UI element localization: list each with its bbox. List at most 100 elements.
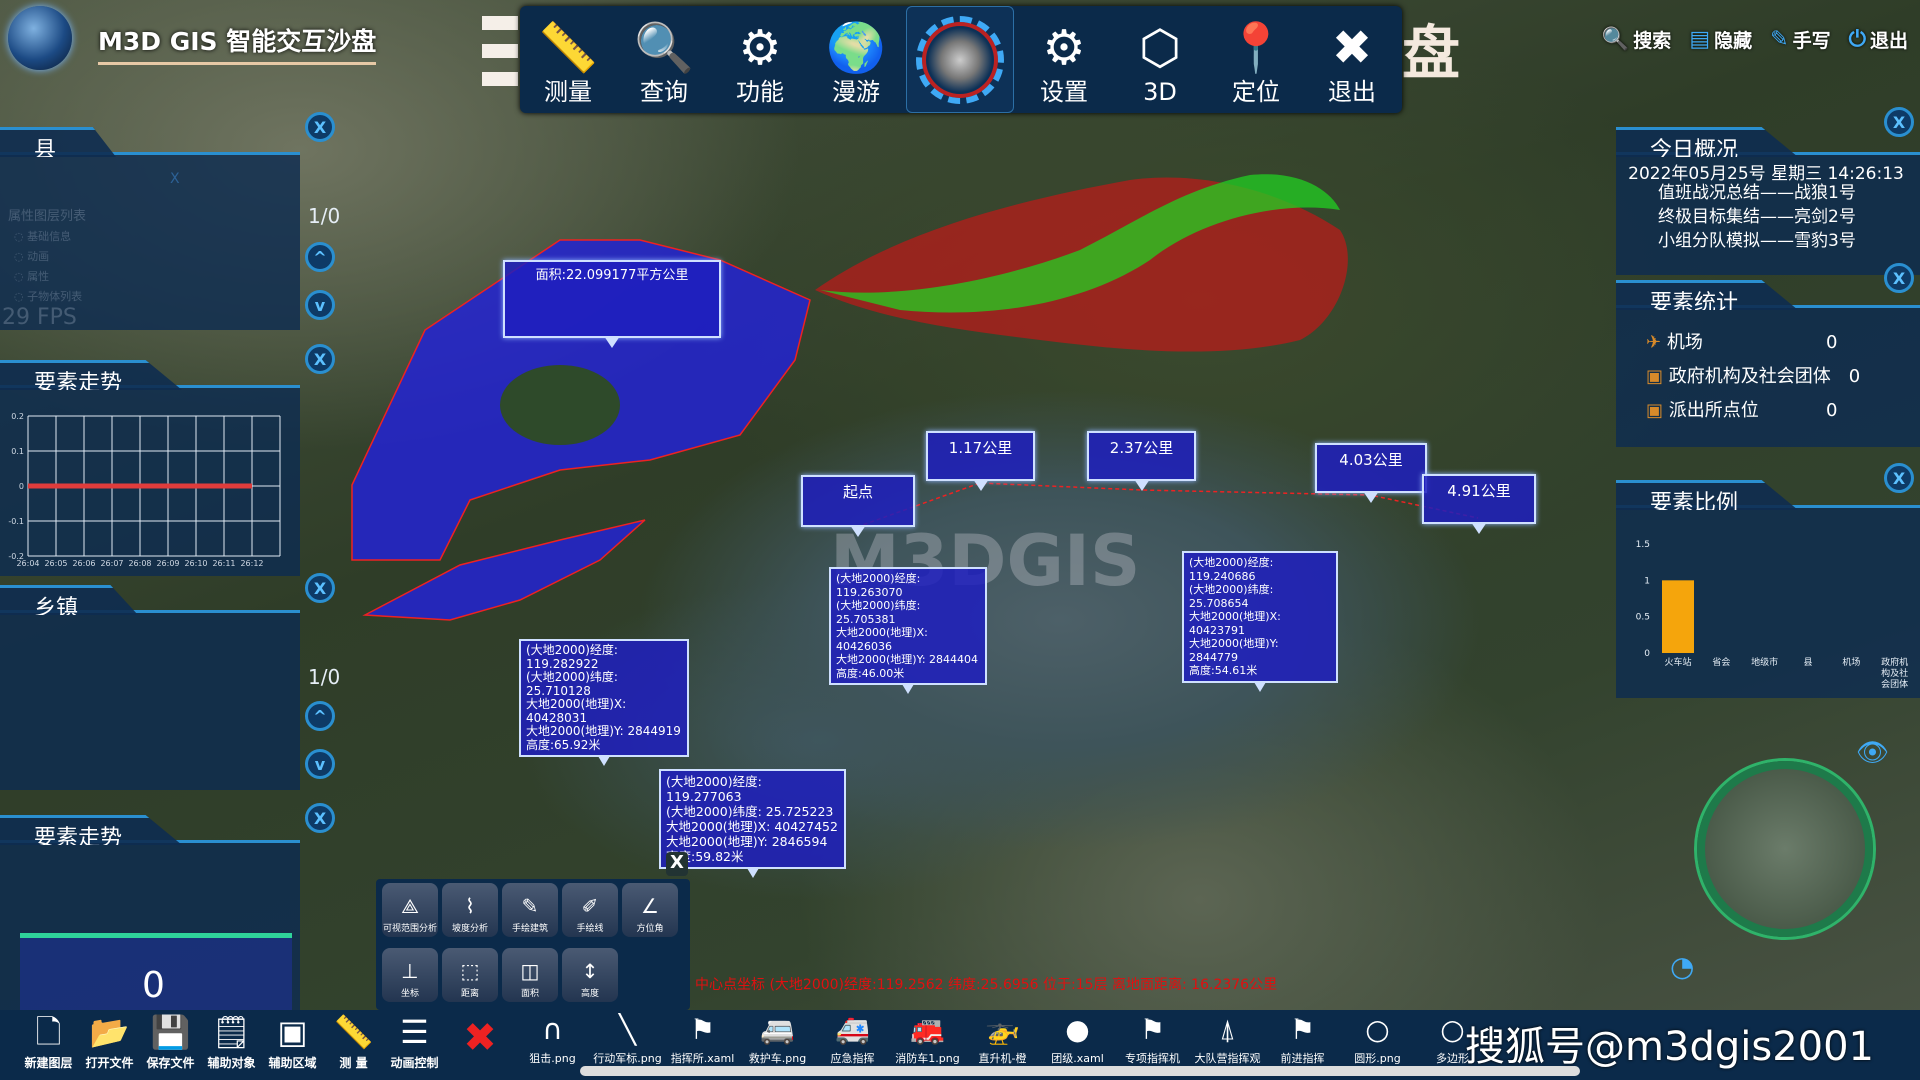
y-tick-label: -0.1	[8, 517, 24, 526]
symbol-8[interactable]: ⚑ 专项指挥机	[1115, 1010, 1190, 1066]
compass-icon[interactable]: ◔	[1670, 950, 1694, 983]
toolbar-roam-button[interactable]: 🌍 漫游	[808, 6, 904, 113]
coord-info-box: (大地2000)经度: 119.240686 (大地2000)纬度: 25.708…	[1182, 551, 1338, 691]
y-tick-label: 0.5	[1636, 613, 1650, 623]
eye-icon[interactable]: 👁	[1856, 738, 1889, 768]
toolbar-3d-button[interactable]: ⬡ 3D	[1112, 6, 1208, 113]
toolbar-locate-button[interactable]: 📍 定位	[1208, 6, 1304, 113]
layer-list-item[interactable]: ◌ 子物体列表	[14, 287, 82, 307]
status-readout: 中心点坐标 (大地2000)经度:119.2562 纬度:25.6956 位于:…	[695, 977, 1278, 993]
layer-list-item[interactable]: ◌ 动画	[14, 247, 82, 267]
symbol-4[interactable]: 🚑 应急指挥	[815, 1010, 890, 1066]
tool-distance[interactable]: ⬚ 距离	[442, 947, 498, 1002]
trend-value: 0	[142, 965, 165, 1006]
island	[500, 365, 620, 445]
ratio-close-button[interactable]: X	[1884, 463, 1914, 493]
inner-close-icon[interactable]: X	[170, 171, 180, 187]
symbol-7[interactable]: ● 团级.xaml	[1040, 1010, 1115, 1066]
axes-icon: ⊥	[401, 958, 419, 983]
layer-list-item[interactable]: ◌ 基础信息	[14, 227, 82, 247]
x-tick-label: 26:11	[212, 559, 235, 568]
county-panel: 县 X 属性图层列表 ◌ 基础信息 ◌ 动画 ◌ 属性 ◌ 子物体列表 29 F…	[0, 127, 300, 330]
county-page-up-button[interactable]: ^	[305, 242, 335, 272]
symbol-2[interactable]: ⚑ 指挥所.xaml	[665, 1010, 740, 1066]
trend-line-chart: 0.20.10-0.1-0.226:04 26:05 26:06 26:07 26:08…	[8, 412, 281, 568]
symbol-10[interactable]: ⚑ 前进指挥	[1265, 1010, 1340, 1066]
bottom-tool-icon: 💾	[150, 1013, 191, 1051]
gear-wrench-icon: ⚙	[738, 20, 782, 76]
toolbar-function-button[interactable]: ⚙ 功能	[712, 6, 808, 113]
symbol-9[interactable]: ⍋ 大队营指挥观	[1190, 1010, 1265, 1066]
town-close-button[interactable]: X	[305, 573, 335, 603]
symbol-icon: 🚒	[910, 1013, 945, 1046]
x-tick-label: 26:07	[100, 559, 123, 568]
town-pager: 1/0	[308, 665, 341, 689]
trend2-close-button[interactable]: X	[305, 803, 335, 833]
symbol-1[interactable]: ╲ 行动军标.png	[590, 1010, 665, 1066]
symbol-5[interactable]: 🚒 消防车1.png	[890, 1010, 965, 1066]
toolbar-home-globe-button[interactable]	[906, 6, 1014, 113]
symbol-icon: ⍋	[1219, 1013, 1236, 1046]
distance-label: 2.37公里	[1087, 431, 1196, 491]
trend-close-button[interactable]: X	[305, 344, 335, 374]
tool-coordinate[interactable]: ⊥ 坐标	[382, 947, 438, 1002]
delete-button[interactable]: ✖	[445, 1010, 515, 1066]
globe-icon	[916, 15, 1004, 104]
tool-draw-line[interactable]: ✐ 手绘线	[562, 883, 618, 937]
bottom-tool-0[interactable]: 🗋 新建图层	[18, 1010, 79, 1071]
tool-draw-building[interactable]: ✎ 手绘建筑	[502, 883, 558, 937]
tool-area[interactable]: ◫ 面积	[502, 947, 558, 1002]
tool-height[interactable]: ↕ 高度	[562, 947, 618, 1002]
county-page-down-button[interactable]: v	[305, 290, 335, 320]
symbol-icon: ○	[1365, 1013, 1390, 1046]
bar	[1662, 580, 1694, 653]
bottom-tool-icon: 📏	[333, 1013, 374, 1051]
stats-panel: 要素统计 ✈ 机场 0 ▣ 政府机构及社会团体 0 ▣ 派出所点位 0	[1616, 280, 1920, 447]
layer-list-item[interactable]: ◌ 属性	[14, 267, 82, 287]
bottom-tool-2[interactable]: 💾 保存文件	[140, 1010, 201, 1071]
y-tick-label: 0	[19, 482, 24, 491]
bottom-tool-1[interactable]: 📂 打开文件	[79, 1010, 140, 1071]
distance-label: 起点	[801, 475, 915, 537]
symbol-0[interactable]: ∩ 狙击.png	[515, 1010, 590, 1066]
tool-azimuth[interactable]: ∠ 方位角	[622, 883, 678, 937]
today-close-button[interactable]: X	[1884, 107, 1914, 137]
bottom-tool-4[interactable]: ▣ 辅助区域	[262, 1010, 323, 1071]
main-toolbar: 📏 测量 🔍 查询 ⚙ 功能 🌍 漫游 ⚙ 设置 ⬡ 3D 📍 定位 ✖ 退出	[520, 6, 1402, 113]
toolbar-exit-button[interactable]: ✖ 退出	[1304, 6, 1400, 113]
symbol-6[interactable]: 🚁 直升机-橙	[965, 1010, 1040, 1066]
town-page-up-button[interactable]: ^	[305, 701, 335, 731]
symbol-icon: 🚁	[985, 1013, 1020, 1046]
stats-close-button[interactable]: X	[1884, 263, 1914, 293]
x-tick-label: 政府机构及社会团体	[1881, 656, 1908, 690]
minimap[interactable]	[1697, 761, 1873, 937]
toolbar-settings-button[interactable]: ⚙ 设置	[1016, 6, 1112, 113]
bottom-tool-5[interactable]: 📏 测 量	[323, 1010, 384, 1071]
hide-icon: ▤	[1689, 27, 1711, 52]
county-close-button[interactable]: X	[305, 112, 335, 142]
bottom-tool-6[interactable]: ☰ 动画控制	[384, 1010, 445, 1071]
symbol-3[interactable]: 🚐 救护车.png	[740, 1010, 815, 1066]
symbol-11[interactable]: ○ 圆形.png	[1340, 1010, 1415, 1066]
tool-visibility-analysis[interactable]: ⟁ 可视范围分析	[382, 883, 438, 937]
ruler-icon: 📏	[538, 20, 598, 76]
x-tick-label: 县	[1803, 657, 1812, 668]
menu-icon[interactable]	[482, 16, 518, 100]
hide-link[interactable]: ▤ 隐藏	[1689, 26, 1752, 53]
toolbar-query-button[interactable]: 🔍 查询	[616, 6, 712, 113]
toolbar-measure-button[interactable]: 📏 测量	[520, 6, 616, 113]
stats-list-viewport: ✈ 机场 0 ▣ 政府机构及社会团体 0 ▣ 派出所点位 0	[1616, 308, 1920, 447]
handwrite-link[interactable]: ✎ 手写	[1770, 26, 1830, 53]
stats-row: ▣ 政府机构及社会团体 0	[1646, 366, 1861, 387]
tools-close-button[interactable]: X	[666, 852, 688, 876]
exit-link[interactable]: ⏻ 退出	[1849, 26, 1908, 53]
y-tick-label: 1.5	[1636, 540, 1650, 550]
x-tick-label: 26:08	[128, 559, 151, 568]
tool-slope-analysis[interactable]: ⌇ 坡度分析	[442, 883, 498, 937]
town-page-down-button[interactable]: v	[305, 749, 335, 779]
sohu-watermark: 搜狐号@m3dgis2001	[1465, 1024, 1874, 1070]
bottom-tool-3[interactable]: 🗒 辅助对象	[201, 1010, 262, 1071]
symbol-scrollbar[interactable]	[580, 1066, 1580, 1076]
layer-list-title: 属性图层列表	[8, 209, 87, 224]
search-link[interactable]: 🔍 搜索	[1602, 26, 1671, 53]
